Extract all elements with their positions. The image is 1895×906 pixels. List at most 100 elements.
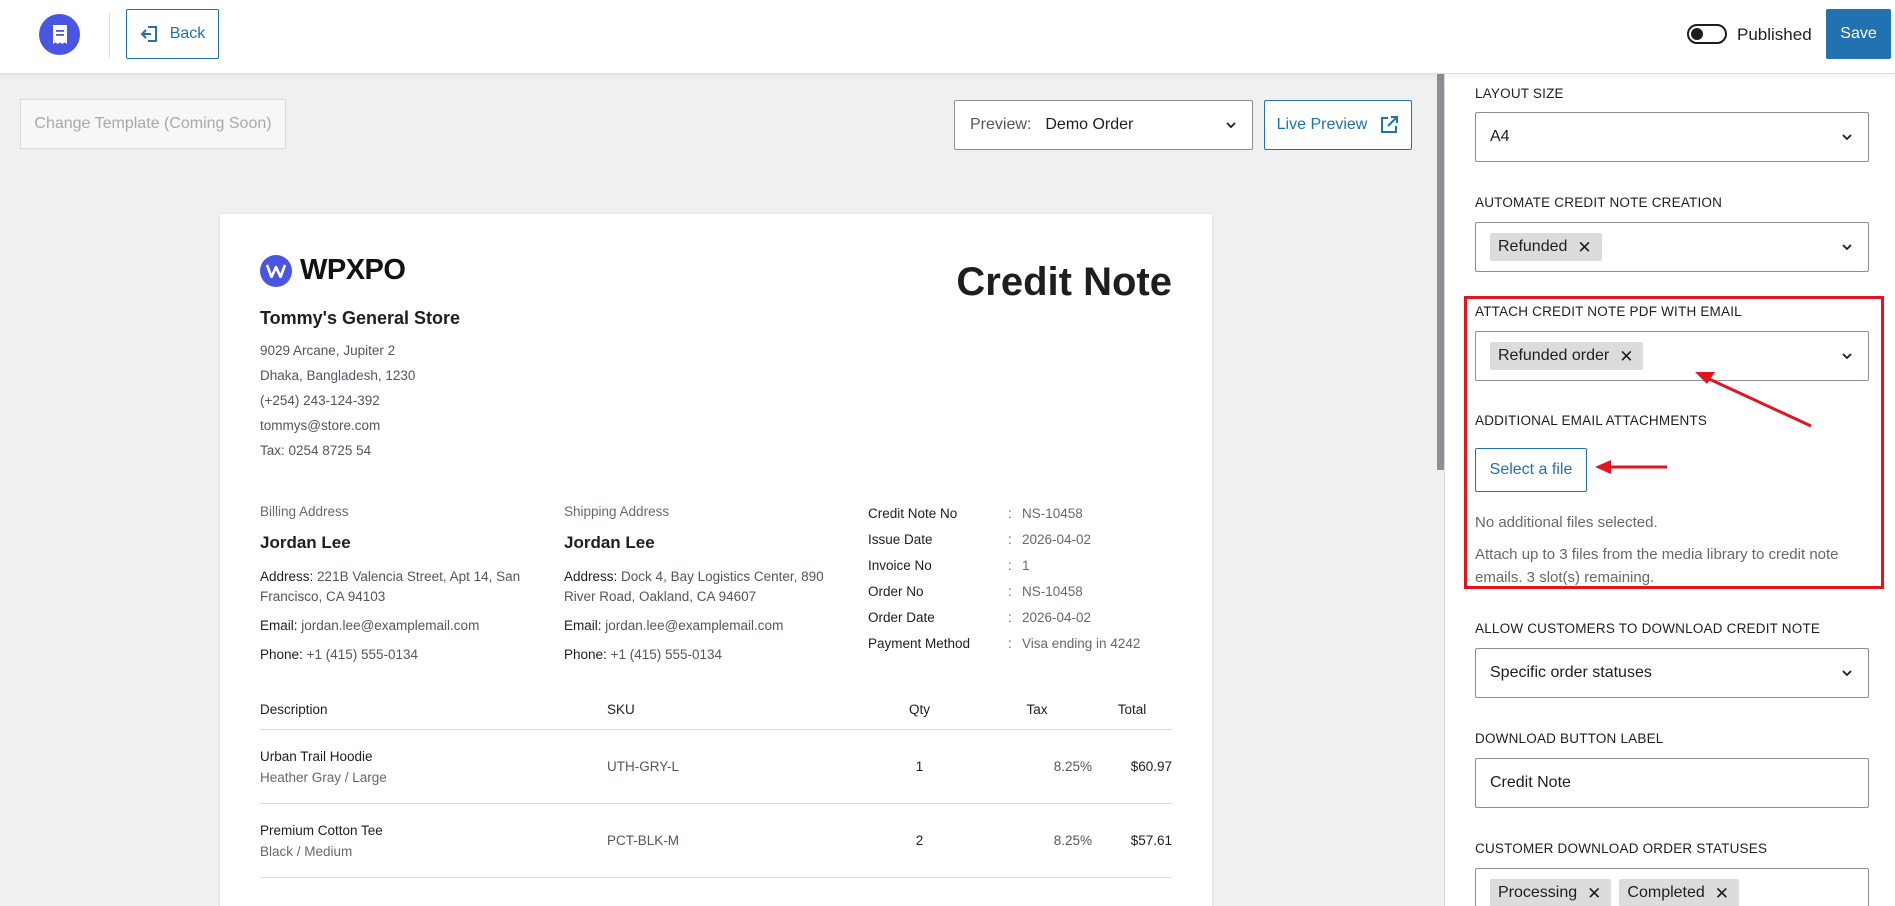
item-total: $57.61 — [1130, 833, 1172, 848]
item-name: Urban Trail Hoodie — [260, 748, 373, 764]
allow-download-select[interactable]: Specific order statuses — [1475, 648, 1869, 698]
meta-key: Payment Method — [868, 636, 971, 651]
email-value: jordan.lee@examplemail.com — [301, 618, 480, 633]
chip-label: Refunded order — [1498, 347, 1610, 364]
meta-separator: : — [1008, 532, 1012, 547]
chip-remove-icon[interactable]: ✕ — [1619, 348, 1633, 365]
chip-label: Refunded — [1498, 238, 1568, 255]
live-preview-label: Live Preview — [1276, 116, 1368, 133]
back-button[interactable]: Back — [126, 9, 219, 59]
billing-heading: Billing Address — [260, 504, 349, 519]
credit-note-meta: Credit Note No: NS-10458 Issue Date:2026-… — [868, 504, 1140, 660]
layout-size-label: LAYOUT SIZE — [1475, 86, 1564, 101]
billing-address-row: Address: 221B Valencia Street, Apt 14, S… — [260, 567, 545, 607]
item-qty: 2 — [915, 833, 924, 848]
attach-pdf-multiselect[interactable]: Refunded order ✕ — [1475, 331, 1869, 381]
store-line: 9029 Arcane, Jupiter 2 — [260, 343, 396, 358]
brand-mark-icon — [260, 254, 292, 287]
item-sku: UTH-GRY-L — [607, 759, 680, 774]
attachments-status: No additional files selected. — [1475, 514, 1658, 531]
meta-key: Order No — [868, 584, 924, 599]
attach-pdf-label: ATTACH CREDIT NOTE PDF WITH EMAIL — [1475, 304, 1742, 319]
item-variant: Black / Medium — [260, 843, 353, 859]
shipping-address: Shipping Address Jordan Lee Address: Doc… — [564, 504, 849, 674]
meta-value: Visa ending in 4242 — [1022, 636, 1141, 651]
item-qty: 1 — [915, 759, 924, 774]
column-header: Description — [260, 702, 328, 717]
meta-separator: : — [1008, 558, 1012, 573]
status-chip: Refunded order ✕ — [1490, 342, 1644, 370]
published-toggle[interactable] — [1687, 24, 1727, 44]
chevron-down-icon — [1842, 244, 1852, 251]
item-variant: Heather Gray / Large — [260, 769, 387, 785]
meta-value: 2026-04-02 — [1022, 532, 1092, 547]
preview-select-value: Demo Order — [1045, 116, 1134, 133]
external-link-icon — [1381, 116, 1399, 133]
table-row: Premium Cotton Tee Black / Medium PCT-BL… — [260, 804, 1172, 878]
meta-row: Invoice No:1 — [868, 556, 1140, 582]
shipping-name: Jordan Lee — [564, 533, 655, 552]
billing-address: Billing Address Jordan Lee Address: 221B… — [260, 504, 545, 674]
meta-row: Order Date:2026-04-02 — [868, 608, 1140, 634]
billing-email-row: Email: jordan.lee@examplemail.com — [260, 616, 545, 636]
header-divider — [109, 12, 110, 58]
automate-multiselect[interactable]: Refunded ✕ — [1475, 222, 1869, 272]
shipping-phone-row: Phone: +1 (415) 555-0134 — [564, 645, 849, 665]
store-name: Tommy's General Store — [260, 308, 461, 328]
item-sku: PCT-BLK-M — [607, 833, 680, 848]
download-label-label: DOWNLOAD BUTTON LABEL — [1475, 731, 1664, 746]
save-button[interactable]: Save — [1826, 9, 1891, 59]
meta-key: Invoice No — [868, 558, 932, 573]
table-row: Urban Trail Hoodie Heather Gray / Large … — [260, 730, 1172, 804]
billing-phone-row: Phone: +1 (415) 555-0134 — [260, 645, 545, 665]
meta-value: NS-10458 — [1022, 506, 1083, 521]
meta-row: Payment Method: Visa ending in 4242 — [868, 634, 1140, 660]
table-header: Description SKU Qty Tax Total — [260, 690, 1172, 730]
item-total: $60.97 — [1130, 759, 1172, 774]
change-template-button[interactable]: Change Template (Coming Soon) — [20, 99, 286, 149]
status-chip: Completed ✕ — [1619, 879, 1740, 906]
chip-remove-icon[interactable]: ✕ — [1715, 885, 1729, 902]
item-description: Premium Cotton Tee Black / Medium — [260, 823, 607, 859]
item-description: Urban Trail Hoodie Heather Gray / Large — [260, 749, 607, 785]
receipt-icon — [52, 24, 67, 44]
credit-note-document: WPXPO Credit Note Tommy's General Store … — [220, 214, 1212, 906]
chip-remove-icon[interactable]: ✕ — [1587, 885, 1601, 902]
download-statuses-multiselect[interactable]: Processing ✕ Completed ✕ — [1475, 868, 1869, 906]
meta-row: Credit Note No: NS-10458 — [868, 504, 1140, 530]
status-chip: Processing ✕ — [1490, 879, 1612, 906]
meta-key: Issue Date — [868, 532, 933, 547]
download-statuses-label: CUSTOMER DOWNLOAD ORDER STATUSES — [1475, 841, 1768, 856]
attachments-help: Attach up to 3 files from the media libr… — [1475, 546, 1839, 586]
store-details: 9029 Arcane, Jupiter 2 Dhaka, Bangladesh… — [260, 338, 415, 463]
automate-label: AUTOMATE CREDIT NOTE CREATION — [1475, 195, 1723, 210]
meta-value: 1 — [1022, 558, 1030, 573]
preview-order-select[interactable]: Preview: Demo Order — [954, 100, 1253, 150]
address-key: Address: — [564, 569, 618, 584]
meta-row: Issue Date:2026-04-02 — [868, 530, 1140, 556]
billing-name: Jordan Lee — [260, 533, 351, 552]
item-tax: 8.25% — [1053, 833, 1092, 848]
layout-size-select[interactable]: A4 — [1475, 112, 1869, 162]
published-label: Published — [1737, 25, 1812, 44]
toggle-knob — [1691, 28, 1703, 40]
email-key: Email: — [260, 618, 298, 633]
item-name: Premium Cotton Tee — [260, 822, 383, 838]
allow-download-label: ALLOW CUSTOMERS TO DOWNLOAD CREDIT NOTE — [1475, 621, 1821, 636]
store-line: (+254) 243-124-392 — [260, 393, 380, 408]
brand-name: WPXPO — [300, 254, 406, 286]
allow-download-value: Specific order statuses — [1490, 664, 1652, 681]
preview-canvas: Change Template (Coming Soon) Preview: D… — [0, 74, 1432, 906]
chip-remove-icon[interactable]: ✕ — [1577, 239, 1591, 256]
chevron-down-icon — [1226, 122, 1236, 129]
chevron-down-icon — [1842, 670, 1852, 677]
download-label-input[interactable]: Credit Note — [1475, 758, 1869, 808]
phone-key: Phone: — [564, 647, 607, 662]
address-key: Address: — [260, 569, 314, 584]
select-file-button[interactable]: Select a file — [1475, 448, 1587, 492]
live-preview-button[interactable]: Live Preview — [1264, 100, 1412, 150]
canvas-scrollbar[interactable] — [1437, 74, 1444, 470]
phone-key: Phone: — [260, 647, 303, 662]
layout-size-value: A4 — [1490, 128, 1510, 145]
app-logo-icon[interactable] — [39, 14, 80, 55]
